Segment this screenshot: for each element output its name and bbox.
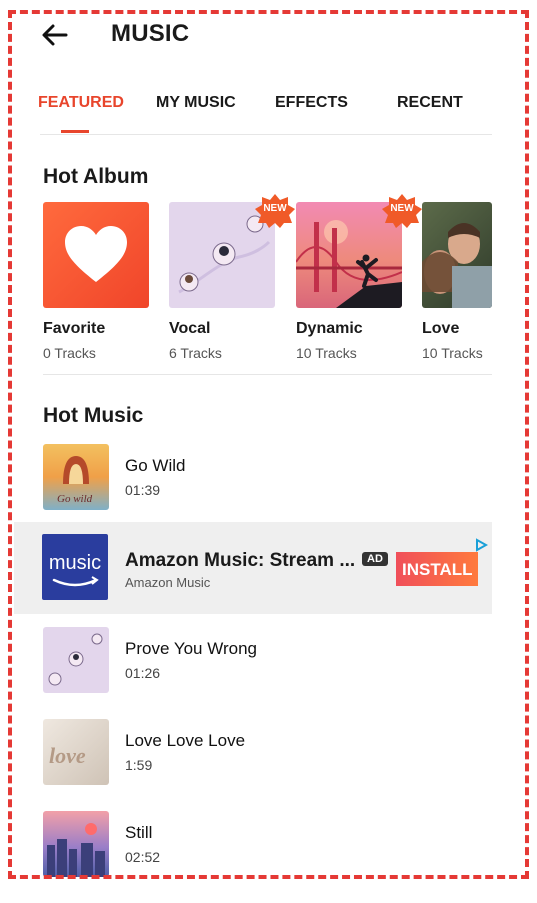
adchoices-icon[interactable] (474, 538, 488, 552)
tab-featured[interactable]: FEATURED (38, 94, 124, 112)
city-artwork (47, 823, 105, 877)
tab-my-music[interactable]: MY MUSIC (156, 94, 236, 112)
album-cover (422, 202, 492, 308)
track-cover: Go wild (43, 444, 109, 510)
track-duration: 02:52 (125, 849, 161, 865)
ad-subtitle: Amazon Music (125, 575, 211, 590)
track-title: Love Love Love (125, 731, 246, 750)
ad-banner[interactable]: music Amazon Music: Stream ... AD Amazon… (14, 522, 492, 614)
tab-bar: FEATURED MY MUSIC EFFECTS RECENT (0, 78, 537, 134)
ad-badge: AD (362, 552, 388, 566)
active-tab-indicator (61, 130, 89, 133)
section-divider (43, 374, 492, 375)
album-track-count: 6 Tracks (169, 345, 222, 361)
love-balloon-artwork: love (49, 743, 86, 768)
vocal-artwork (48, 633, 103, 686)
track-duration: 01:39 (125, 482, 161, 498)
album-name: Love (422, 320, 460, 337)
smile-arrow-icon (52, 576, 99, 587)
install-button[interactable]: INSTALL (396, 552, 478, 586)
album-track-count: 0 Tracks (43, 345, 96, 361)
tabs-divider (40, 134, 492, 135)
top-bar: MUSIC (0, 0, 537, 70)
track-title: Still (125, 823, 153, 842)
page-title: MUSIC (111, 20, 190, 47)
hot-music-title: Hot Music (43, 404, 144, 427)
track-row-prove-you-wrong[interactable]: Prove You Wrong 01:26 (0, 627, 537, 719)
svg-text:Go wild: Go wild (57, 493, 93, 505)
track-cover (43, 811, 109, 877)
tab-effects[interactable]: EFFECTS (275, 94, 348, 112)
album-name: Favorite (43, 320, 106, 337)
go-wild-artwork: Go wild (57, 456, 93, 505)
track-cover: love (43, 719, 109, 785)
track-row-love-love-love[interactable]: love Love Love Love 1:59 (0, 719, 537, 811)
album-cover (43, 202, 149, 308)
track-duration: 1:59 (125, 757, 153, 773)
album-name: Dynamic (296, 320, 363, 337)
track-duration: 01:26 (125, 665, 161, 681)
album-track-count: 10 Tracks (422, 345, 483, 361)
track-title: Go Wild (125, 456, 186, 475)
track-row-still[interactable]: Still 02:52 (0, 811, 537, 903)
tab-recent[interactable]: RECENT (397, 94, 463, 112)
couple-photo (422, 223, 492, 308)
track-cover (43, 627, 109, 693)
track-title: Prove You Wrong (125, 639, 257, 658)
hot-album-title: Hot Album (43, 165, 149, 188)
svg-text:love: love (49, 743, 86, 768)
new-badge-icon (255, 194, 295, 228)
new-badge-icon (382, 194, 422, 228)
ad-title: Amazon Music: Stream ... (125, 550, 356, 571)
amazon-music-logo: music (42, 534, 108, 600)
arrow-left-icon[interactable] (38, 18, 72, 52)
heart-icon (65, 226, 127, 282)
album-track-count: 10 Tracks (296, 345, 357, 361)
album-name: Vocal (169, 320, 211, 337)
